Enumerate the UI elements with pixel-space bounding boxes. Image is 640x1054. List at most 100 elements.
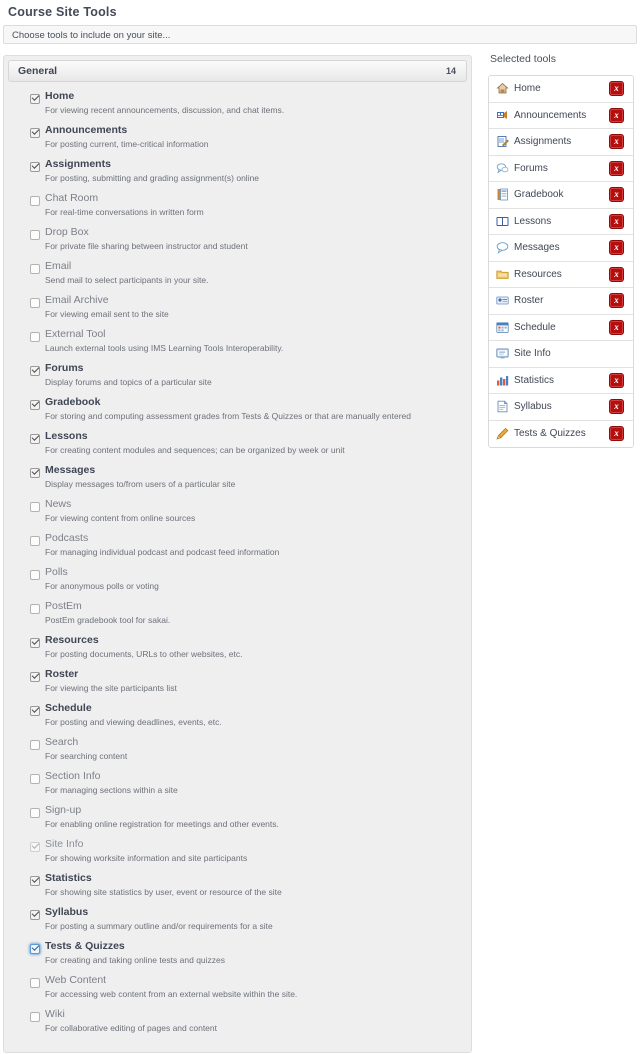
tool-label[interactable]: Assignments xyxy=(45,158,111,170)
tool-item: Lessons For creating content modules and … xyxy=(4,430,471,464)
tool-checkbox[interactable] xyxy=(30,706,40,716)
tool-checkbox[interactable] xyxy=(30,128,40,138)
tool-label[interactable]: Statistics xyxy=(45,872,92,884)
remove-tool-button[interactable]: x xyxy=(609,213,624,229)
megaphone-icon xyxy=(496,109,509,122)
tool-checkbox[interactable] xyxy=(30,400,40,410)
selected-tool-item: Resources x xyxy=(489,261,633,288)
tool-description: For creating and taking online tests and… xyxy=(45,955,226,965)
tool-item: Statistics For showing site statistics by… xyxy=(4,872,471,906)
remove-tool-button[interactable]: x xyxy=(609,319,624,335)
tool-checkbox[interactable] xyxy=(30,672,40,682)
calendar-icon xyxy=(496,321,509,334)
tool-checkbox[interactable] xyxy=(30,740,40,750)
tool-label[interactable]: Drop Box xyxy=(45,226,89,238)
tool-item: Syllabus For posting a summary outline an… xyxy=(4,906,471,940)
tool-checkbox[interactable] xyxy=(30,468,40,478)
remove-tool-button[interactable]: x xyxy=(609,81,624,96)
remove-tool-button[interactable]: x xyxy=(609,293,624,308)
tool-checkbox[interactable] xyxy=(30,434,40,444)
remove-tool-button[interactable]: x xyxy=(609,187,624,202)
tool-checkbox[interactable] xyxy=(30,876,40,886)
tool-label[interactable]: Web Content xyxy=(45,974,106,986)
tool-item: Web Content For accessing web content fro… xyxy=(4,974,471,1008)
tool-label[interactable]: Home xyxy=(45,90,74,102)
tool-checkbox[interactable] xyxy=(30,570,40,580)
tool-description: For showing worksite information and sit… xyxy=(45,853,248,863)
tool-label[interactable]: Chat Room xyxy=(45,192,98,204)
tool-description: For accessing web content from an extern… xyxy=(45,989,298,999)
selected-tool-label: Forums xyxy=(514,162,548,174)
tool-item: Resources For posting documents, URLs to … xyxy=(4,634,471,668)
selected-tool-label: Statistics xyxy=(514,374,555,386)
tool-checkbox[interactable] xyxy=(30,944,40,954)
tool-item: Polls For anonymous polls or voting xyxy=(4,566,471,600)
tool-checkbox[interactable] xyxy=(30,162,40,172)
tool-label[interactable]: Announcements xyxy=(45,124,127,136)
tool-label[interactable]: Sign-up xyxy=(45,804,81,816)
tool-checkbox[interactable] xyxy=(30,1012,40,1022)
tool-label[interactable]: Section Info xyxy=(45,770,100,782)
tool-description: For viewing recent announcements, discus… xyxy=(45,105,285,115)
tool-checkbox[interactable] xyxy=(30,298,40,308)
tool-label[interactable]: Gradebook xyxy=(45,396,100,408)
tool-label[interactable]: PostEm xyxy=(45,600,82,612)
tool-label[interactable]: Forums xyxy=(45,362,84,374)
tool-label[interactable]: Podcasts xyxy=(45,532,88,544)
tool-label[interactable]: Search xyxy=(45,736,78,748)
tool-label[interactable]: Email xyxy=(45,260,71,272)
tool-description: For viewing the site participants list xyxy=(45,683,177,693)
instruction-text: Choose tools to include on your site... xyxy=(12,30,171,41)
instruction-bar: Choose tools to include on your site... xyxy=(3,25,637,44)
tool-checkbox[interactable] xyxy=(30,502,40,512)
tool-checkbox[interactable] xyxy=(30,536,40,546)
tool-label[interactable]: Messages xyxy=(45,464,95,476)
tool-checkbox[interactable] xyxy=(30,196,40,206)
remove-tool-button[interactable]: x xyxy=(609,425,624,441)
tool-checkbox[interactable] xyxy=(30,264,40,274)
tool-checkbox[interactable] xyxy=(30,808,40,818)
tool-label: Site Info xyxy=(45,838,84,850)
tool-label[interactable]: Wiki xyxy=(45,1008,65,1020)
tool-label[interactable]: Email Archive xyxy=(45,294,109,306)
tool-checkbox[interactable] xyxy=(30,978,40,988)
tool-checkbox[interactable] xyxy=(30,366,40,376)
tool-description: For private file sharing between instruc… xyxy=(45,241,248,251)
tool-checkbox[interactable] xyxy=(30,910,40,920)
selected-tools-list: Home x Announcements x Assignments x Forums x Gr… xyxy=(488,75,634,448)
remove-tool-button[interactable]: x xyxy=(609,240,624,255)
remove-tool-button[interactable]: x xyxy=(609,160,624,176)
remove-tool-button[interactable]: x xyxy=(609,134,624,149)
tool-label[interactable]: Lessons xyxy=(45,430,88,442)
remove-tool-button[interactable]: x xyxy=(609,107,624,123)
tool-label[interactable]: Roster xyxy=(45,668,78,680)
tool-checkbox[interactable] xyxy=(30,332,40,342)
tool-label[interactable]: Syllabus xyxy=(45,906,88,918)
tool-item: Gradebook For storing and computing asses… xyxy=(4,396,471,430)
tool-description: For posting current, time-critical infor… xyxy=(45,139,209,149)
tool-label[interactable]: External Tool xyxy=(45,328,106,340)
tool-label[interactable]: Polls xyxy=(45,566,68,578)
pencil-page-icon xyxy=(496,135,509,148)
tool-description: For creating content modules and sequenc… xyxy=(45,445,345,455)
tool-description: For managing sections within a site xyxy=(45,785,178,795)
remove-tool-button[interactable]: x xyxy=(609,372,624,388)
selected-tools-panel: Selected tools Home x Announcements x Assign… xyxy=(488,53,634,448)
tool-checkbox[interactable] xyxy=(30,604,40,614)
tool-checkbox[interactable] xyxy=(30,638,40,648)
house-icon xyxy=(496,82,509,95)
tool-item: Schedule For posting and viewing deadline… xyxy=(4,702,471,736)
remove-tool-button[interactable]: x xyxy=(609,266,624,282)
tool-description: Send mail to select participants in your… xyxy=(45,275,209,285)
tool-label[interactable]: Schedule xyxy=(45,702,92,714)
tool-label[interactable]: Resources xyxy=(45,634,99,646)
close-icon: x xyxy=(614,321,619,332)
tool-item: Search For searching content xyxy=(4,736,471,770)
tool-checkbox[interactable] xyxy=(30,230,40,240)
tool-checkbox[interactable] xyxy=(30,774,40,784)
remove-tool-button[interactable]: x xyxy=(609,399,624,414)
tool-label[interactable]: News xyxy=(45,498,71,510)
tool-checkbox[interactable] xyxy=(30,94,40,104)
tool-description: For collaborative editing of pages and c… xyxy=(45,1023,218,1033)
tool-label[interactable]: Tests & Quizzes xyxy=(45,940,125,952)
